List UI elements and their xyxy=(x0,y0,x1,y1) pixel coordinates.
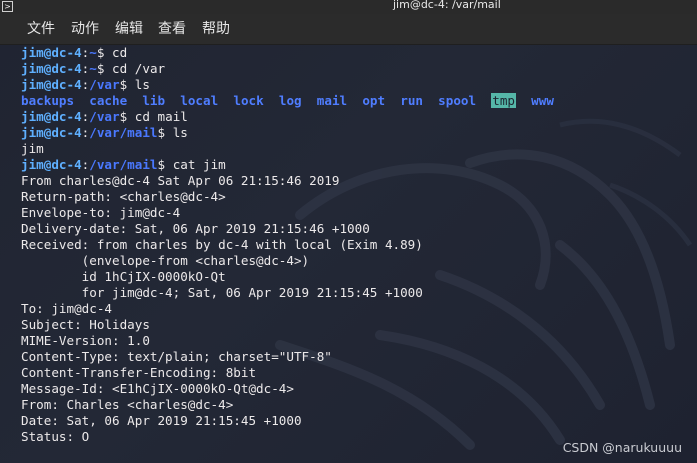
mail-line: for jim@dc-4; Sat, 06 Apr 2019 21:15:45 … xyxy=(21,285,423,300)
dir-entry: mail xyxy=(316,93,348,108)
dir-entry: log xyxy=(278,93,302,108)
mail-line: Date: Sat, 06 Apr 2019 21:15:45 +1000 xyxy=(21,413,302,428)
menu-help[interactable]: 帮助 xyxy=(202,21,230,37)
mail-line: Message-Id: <E1hCjIX-0000kO-Qt@dc-4> xyxy=(21,381,294,396)
dir-entry: spool xyxy=(438,93,477,108)
mail-line: From charles@dc-4 Sat Apr 06 21:15:46 20… xyxy=(21,173,340,188)
prompt-user: jim@dc-4 xyxy=(21,157,82,172)
prompt-path: ~ xyxy=(89,61,97,76)
prompt-line: jim@dc-4:/var$ cd mail xyxy=(21,109,188,124)
prompt-path: /var xyxy=(89,77,120,92)
prompt-path: /var/mail xyxy=(89,125,158,140)
terminal-window: > jim@dc-4: /var/mail 文件 动作 编辑 查看 帮助 jim… xyxy=(0,0,697,463)
dir-entry: run xyxy=(400,93,423,108)
mail-line: Subject: Holidays xyxy=(21,317,150,332)
prompt-command: ls xyxy=(134,77,150,92)
menu-action[interactable]: 动作 xyxy=(71,21,99,37)
prompt-user: jim@dc-4 xyxy=(21,77,82,92)
mail-line: Content-Transfer-Encoding: 8bit xyxy=(21,365,257,380)
mail-line: (envelope-from <charles@dc-4>) xyxy=(21,253,310,268)
mail-line: Status: O xyxy=(21,429,90,444)
prompt-path: /var/mail xyxy=(89,157,158,172)
prompt-path: ~ xyxy=(89,45,97,60)
window-title: jim@dc-4: /var/mail xyxy=(393,0,501,11)
mail-line: Envelope-to: jim@dc-4 xyxy=(21,205,181,220)
prompt-command: ls xyxy=(172,125,188,140)
prompt-user: jim@dc-4 xyxy=(21,125,82,140)
ls-output: jim xyxy=(21,141,44,156)
dir-entry: local xyxy=(180,93,219,108)
terminal-output[interactable]: jim@dc-4:~$ cd jim@dc-4:~$ cd /var jim@d… xyxy=(0,45,697,463)
mail-line: Content-Type: text/plain; charset="UTF-8… xyxy=(21,349,332,364)
mail-line: MIME-Version: 1.0 xyxy=(21,333,150,348)
prompt-user: jim@dc-4 xyxy=(21,61,82,76)
dir-entry: lib xyxy=(142,93,166,108)
ls-output: backups cache lib local lock log mail op… xyxy=(21,93,554,109)
prompt-line: jim@dc-4:~$ cd xyxy=(21,45,128,60)
prompt-command: cd /var xyxy=(112,61,166,76)
prompt-command: cd mail xyxy=(134,109,188,124)
dir-entry-highlighted: tmp xyxy=(491,93,516,108)
mail-line: From: Charles <charles@dc-4> xyxy=(21,397,234,412)
menu-view[interactable]: 查看 xyxy=(158,21,186,37)
dir-entry: www xyxy=(531,93,554,108)
dir-entry: backups xyxy=(21,93,75,108)
mail-line: Return-path: <charles@dc-4> xyxy=(21,189,226,204)
dir-entry: cache xyxy=(89,93,128,108)
menu-file[interactable]: 文件 xyxy=(27,21,55,37)
prompt-user: jim@dc-4 xyxy=(21,109,82,124)
mail-line: Received: from charles by dc-4 with loca… xyxy=(21,237,423,252)
prompt-path: /var xyxy=(89,109,120,124)
mail-line: To: jim@dc-4 xyxy=(21,301,112,316)
prompt-line: jim@dc-4:~$ cd /var xyxy=(21,61,166,76)
dir-entry: lock xyxy=(233,93,264,108)
mail-line: id 1hCjIX-0000kO-Qt xyxy=(21,269,226,284)
menu-bar: 文件 动作 编辑 查看 帮助 xyxy=(0,14,697,45)
prompt-line: jim@dc-4:/var/mail$ ls xyxy=(21,125,188,140)
dir-entry: opt xyxy=(362,93,386,108)
csdn-watermark: CSDN @narukuuuu xyxy=(562,440,682,455)
prompt-user: jim@dc-4 xyxy=(21,45,82,60)
prompt-line: jim@dc-4:/var$ ls xyxy=(21,77,150,92)
terminal-icon[interactable]: > xyxy=(2,1,13,12)
title-bar: > jim@dc-4: /var/mail xyxy=(0,0,697,14)
prompt-command: cd xyxy=(112,45,128,60)
prompt-command: cat jim xyxy=(172,157,226,172)
menu-edit[interactable]: 编辑 xyxy=(115,21,143,37)
prompt-line: jim@dc-4:/var/mail$ cat jim xyxy=(21,157,226,172)
mail-line: Delivery-date: Sat, 06 Apr 2019 21:15:46… xyxy=(21,221,370,236)
